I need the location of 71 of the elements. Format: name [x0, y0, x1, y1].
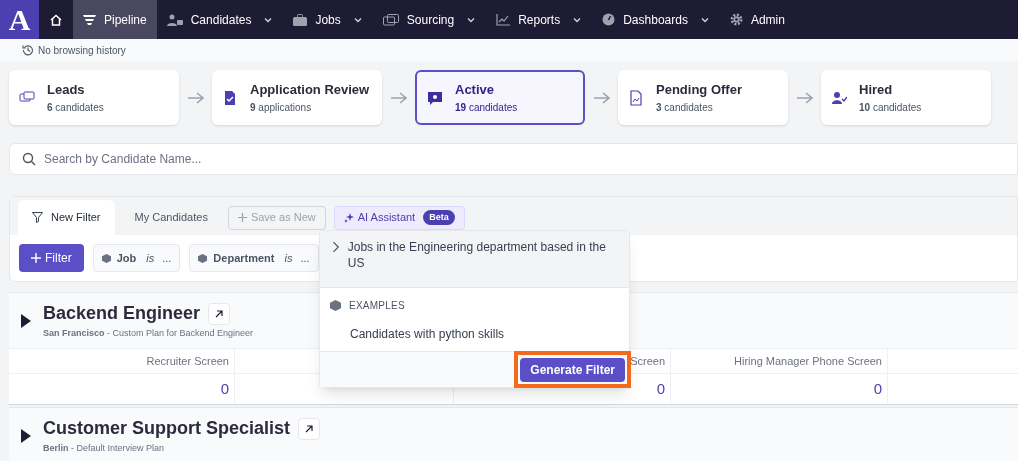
gauge-icon: [602, 13, 616, 26]
cube-icon: [330, 300, 341, 311]
filter-tab[interactable]: New Filter: [18, 200, 115, 235]
stage-title: Hired: [859, 81, 894, 100]
stage-icon: [831, 89, 847, 106]
column-header-cell: Hiring Manager Phone Screen: [671, 348, 888, 373]
stage-title: Application Review: [250, 81, 370, 100]
stage-count: 6 candidates: [47, 100, 104, 115]
people-icon: [166, 13, 183, 26]
stage-count: 3 candidates: [656, 100, 714, 115]
plus-icon: [237, 213, 247, 222]
nav-item[interactable]: Pipeline: [73, 0, 157, 39]
example-item[interactable]: Candidates with python skills: [320, 313, 629, 351]
briefcase-icon: [293, 13, 308, 26]
filter-tab[interactable]: My Candidates: [120, 200, 222, 235]
nav-item[interactable]: Sourcing: [372, 0, 487, 39]
chevron-right-icon: [332, 241, 340, 253]
history-text: No browsing history: [38, 43, 126, 58]
stage-card[interactable]: Hired 10 candidates: [821, 70, 991, 125]
history-icon: [22, 44, 34, 56]
line-chart-icon: [496, 13, 511, 26]
cube-icon: [198, 253, 208, 263]
filter-chip[interactable]: Job is ...: [92, 244, 181, 272]
add-filter-button[interactable]: Filter: [19, 244, 84, 272]
stage-title: Pending Offer: [656, 81, 742, 100]
filter-icon: [83, 13, 96, 26]
stage-title: Active: [455, 81, 496, 100]
logo[interactable]: A: [0, 0, 39, 39]
sparkle-icon: [343, 212, 354, 223]
stage-icon: [628, 89, 644, 106]
count-cell[interactable]: 0: [9, 373, 235, 404]
stage-card[interactable]: Active 19 candidates: [415, 70, 585, 125]
nav-item[interactable]: Candidates: [156, 0, 284, 39]
count-cell[interactable]: 0: [671, 373, 888, 404]
search-field[interactable]: Search by Candidate Name...: [9, 143, 1018, 175]
filter-icon: [32, 212, 43, 223]
cards-icon: [382, 13, 399, 26]
stage-count: 9 applications: [250, 100, 313, 115]
settings-icon: [729, 13, 743, 26]
stage-icon: [222, 89, 238, 106]
stage-card[interactable]: Leads 6 candidates: [9, 70, 179, 125]
nav-item[interactable]: Reports: [486, 0, 593, 39]
plus-icon: [31, 253, 41, 263]
filter-chip[interactable]: Department is ...: [189, 244, 319, 272]
column-header-cell: Recruiter Screen: [9, 348, 235, 373]
job-title: Customer Support Specialist: [43, 417, 291, 441]
search-icon: [22, 152, 36, 166]
generate-filter-button[interactable]: Generate Filter: [520, 358, 625, 382]
job-subtitle: San Francisco - Custom Plan for Backend Engineer: [43, 327, 254, 341]
open-link-button[interactable]: [208, 302, 231, 325]
job-title: Backend Engineer: [43, 302, 201, 326]
nav-item[interactable]: Admin: [719, 0, 795, 39]
open-link-button[interactable]: [298, 417, 321, 440]
arrow-up-right-icon: [305, 424, 314, 433]
expand-triangle-icon[interactable]: [21, 313, 31, 328]
stage-icon: [427, 89, 443, 106]
stage-count: 19 candidates: [455, 100, 518, 115]
nav-item[interactable]: Dashboards: [592, 0, 720, 39]
examples-heading: EXAMPLES: [349, 299, 405, 313]
beta-badge: Beta: [423, 209, 455, 226]
stage-count: 10 candidates: [859, 100, 922, 115]
stage-title: Leads: [47, 81, 86, 100]
arrow-up-right-icon: [215, 309, 224, 318]
job-subtitle: Berlin - Default Interview Plan: [43, 442, 166, 456]
ai-assistant-button[interactable]: AI Assistant Beta: [333, 205, 465, 230]
stage-card[interactable]: Pending Offer 3 candidates: [618, 70, 788, 125]
stage-card[interactable]: Application Review 9 applications: [212, 70, 382, 125]
cube-icon: [101, 253, 111, 263]
home-icon: [49, 12, 63, 27]
expand-triangle-icon[interactable]: [21, 428, 31, 443]
nav-item[interactable]: Jobs: [283, 0, 373, 39]
